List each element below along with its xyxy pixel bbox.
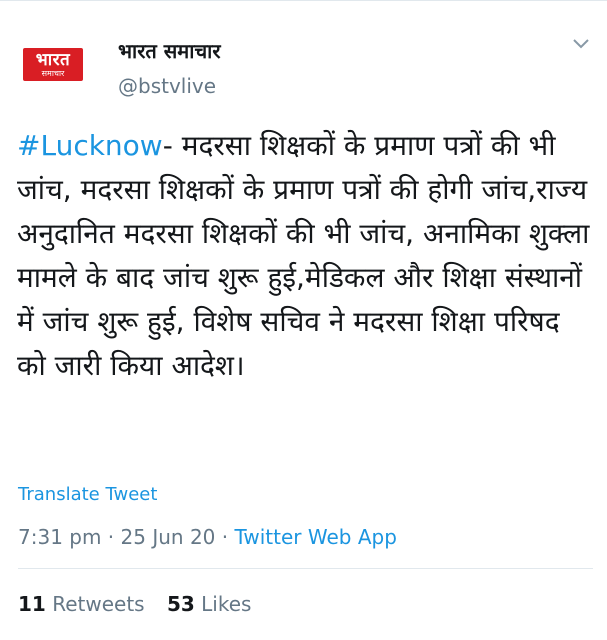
hashtag-link[interactable]: #Lucknow <box>17 129 163 162</box>
retweets-label: Retweets <box>52 592 145 616</box>
tweet-header: भारत समाचार भारत समाचार @bstvlive <box>0 0 607 110</box>
tweet-meta: 7:31 pm · 25 Jun 20 · Twitter Web App <box>18 525 397 549</box>
likes-count: 53 <box>166 592 195 616</box>
tweet-body: - मदरसा शिक्षकों के प्रमाण पत्रों की भी … <box>17 129 590 382</box>
display-name[interactable]: भारत समाचार <box>118 37 221 64</box>
likes-stat[interactable]: 53 Likes <box>167 592 252 616</box>
engagement-stats: 11 Retweets 53 Likes <box>18 592 251 616</box>
retweets-count: 11 <box>18 592 46 616</box>
logo-main-text: भारत <box>35 49 71 70</box>
avatar[interactable]: भारत समाचार <box>17 44 89 88</box>
likes-label: Likes <box>201 592 252 616</box>
tweet-date[interactable]: 25 Jun 20 <box>121 525 216 549</box>
meta-separator: · <box>101 525 121 549</box>
tweet-time[interactable]: 7:31 pm <box>18 525 101 549</box>
retweets-stat[interactable]: 11 Retweets <box>18 592 145 616</box>
divider <box>18 568 593 569</box>
user-handle[interactable]: @bstvlive <box>118 74 216 98</box>
tweet-text: #Lucknow- मदरसा शिक्षकों के प्रमाण पत्रो… <box>17 124 592 388</box>
tweet-source-link[interactable]: Twitter Web App <box>234 525 396 549</box>
translate-tweet-link[interactable]: Translate Tweet <box>18 484 157 505</box>
logo-sub-text: समाचार <box>41 68 65 78</box>
bharat-samachar-logo: भारत समाचार <box>23 48 83 81</box>
chevron-down-icon[interactable] <box>572 38 590 50</box>
meta-separator: · <box>215 525 235 549</box>
